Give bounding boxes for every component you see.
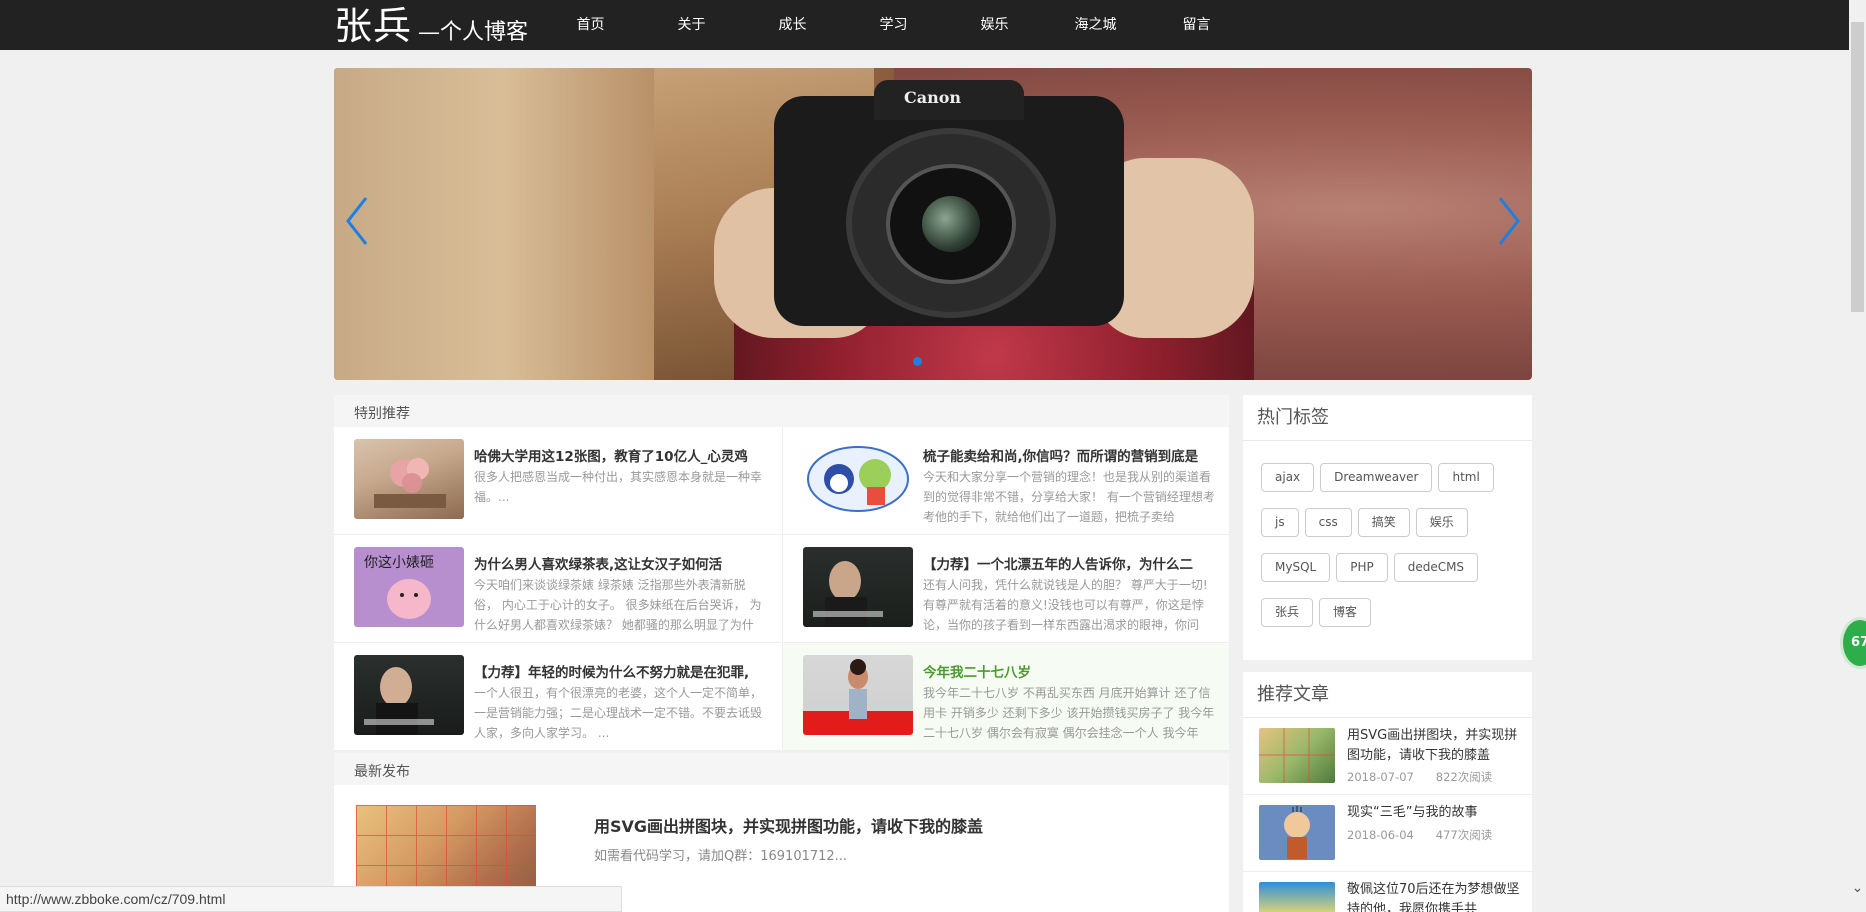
tag-php[interactable]: PHP <box>1336 553 1388 582</box>
status-url: http://www.zbboke.com/cz/709.html <box>6 891 226 907</box>
tag-zhangbing[interactable]: 张兵 <box>1261 598 1314 627</box>
site-logo[interactable]: 张兵 —个人博客 <box>334 4 534 48</box>
featured-item-title[interactable]: 【力荐】年轻的时候为什么不努力就是在犯罪, <box>474 661 774 681</box>
featured-item-desc: 一个人很丑，有个很漂亮的老婆，这个人一定不简单，一是营销能力强；二是心理战术一定… <box>474 686 763 740</box>
nav-entertainment[interactable]: 娱乐 <box>944 0 1045 50</box>
featured-item[interactable]: 今年我二十七八岁 我今年二十七八岁 不再乱买东西 月底开始算计 还了信用卡 开销… <box>782 643 1229 751</box>
featured-item-title[interactable]: 【力荐】一个北漂五年的人告诉你，为什么二 <box>923 553 1223 573</box>
hot-tags-title: 热门标签 <box>1257 407 1329 428</box>
recommended-item-meta: 2018-06-04 477次阅读 <box>1347 827 1492 843</box>
featured-item-desc: 我今年二十七八岁 不再乱买东西 月底开始算计 还了信用卡 开销多少 还剩下多少 … <box>923 686 1215 740</box>
nav-about[interactable]: 关于 <box>641 0 742 50</box>
tag-mysql[interactable]: MySQL <box>1261 553 1331 582</box>
tag-funny[interactable]: 搞笑 <box>1357 508 1410 537</box>
banner-image-lens-glass <box>922 196 980 252</box>
recommended-item[interactable]: 现实“三毛”与我的故事 2018-06-04 477次阅读 <box>1243 795 1532 872</box>
featured-thumbnail[interactable] <box>803 547 913 627</box>
featured-item-desc: 很多人把感恩当成一种付出，其实感恩本身就是一种幸福。... <box>474 470 763 504</box>
carousel-indicator-dot[interactable] <box>913 357 922 366</box>
logo-sub-text: —个人博客 <box>418 20 529 45</box>
recommended-item[interactable]: 敬佩这位70后还在为梦想做坚持的他，我愿你携手共 <box>1243 872 1532 912</box>
recommended-panel: 推荐文章 用SVG画出拼图块，并实现拼图功能，请收下我的膝盖 2018-07-0… <box>1243 672 1532 912</box>
featured-item[interactable]: 哈佛大学用这12张图，教育了10亿人_心灵鸡 很多人把感恩当成一种付出，其实感恩… <box>334 427 781 535</box>
featured-item[interactable]: 你这小婊砸 为什么男人喜欢绿茶表,这让女汉子如何活 今天咱们来谈谈绿茶婊 绿茶婊… <box>334 535 781 643</box>
recommended-thumbnail[interactable] <box>1259 805 1335 860</box>
carousel-next-arrow-icon[interactable] <box>1488 176 1528 266</box>
recommended-item-date: 2018-06-04 <box>1347 828 1414 842</box>
featured-thumbnail[interactable] <box>803 439 913 519</box>
featured-item[interactable]: 【力荐】年轻的时候为什么不努力就是在犯罪, 一个人很丑，有个很漂亮的老婆，这个人… <box>334 643 781 751</box>
latest-item-title[interactable]: 用SVG画出拼图块，并实现拼图功能，请收下我的膝盖 <box>594 813 983 837</box>
featured-header: 特别推荐 <box>334 395 1229 427</box>
logo-main-text: 张兵 <box>334 4 413 48</box>
nav-sea-city[interactable]: 海之城 <box>1045 0 1146 50</box>
carousel-prev-arrow-icon[interactable] <box>338 176 378 266</box>
recommended-title: 推荐文章 <box>1257 684 1329 705</box>
hot-tags-panel: 热门标签 ajax Dreamweaver html js css 搞笑 娱乐 MySQL… <box>1243 395 1532 660</box>
tag-dreamweaver[interactable]: Dreamweaver <box>1320 463 1433 492</box>
nav-home[interactable]: 首页 <box>540 0 641 50</box>
top-navbar: 张兵 —个人博客 首页 关于 成长 学习 娱乐 海之城 留言 <box>0 0 1866 50</box>
browser-status-bar: http://www.zbboke.com/cz/709.html <box>0 886 622 912</box>
tag-html[interactable]: html <box>1438 463 1494 492</box>
featured-item[interactable]: 梳子能卖给和尚,你信吗？而所谓的营销到底是 今天和大家分享一个营销的理念！也是我… <box>782 427 1229 535</box>
divider <box>1243 440 1532 441</box>
featured-item-title[interactable]: 今年我二十七八岁 <box>923 661 1223 681</box>
recommended-item-reads: 822次阅读 <box>1435 770 1493 784</box>
featured-title: 特别推荐 <box>354 406 410 422</box>
featured-thumbnail[interactable] <box>803 655 913 735</box>
tag-blog[interactable]: 博客 <box>1319 598 1372 627</box>
recommended-thumbnail[interactable] <box>1259 728 1335 783</box>
featured-item-desc: 今天和大家分享一个营销的理念！也是我从别的渠道看到的觉得非常不错，分享给大家！ … <box>923 470 1215 524</box>
nav-growth[interactable]: 成长 <box>742 0 843 50</box>
featured-item-title[interactable]: 哈佛大学用这12张图，教育了10亿人_心灵鸡 <box>474 445 774 465</box>
recommended-item-title[interactable]: 现实“三毛”与我的故事 <box>1347 803 1527 823</box>
banner-carousel: Canon <box>334 68 1532 380</box>
featured-grid: 哈佛大学用这12张图，教育了10亿人_心灵鸡 很多人把感恩当成一种付出，其实感恩… <box>334 427 1229 751</box>
latest-title: 最新发布 <box>354 764 410 780</box>
featured-item-desc: 今天咱们来谈谈绿茶婊 绿茶婊 泛指那些外表清新脱俗， 内心工于心计的女子。 很多… <box>474 578 762 632</box>
nav-message[interactable]: 留言 <box>1146 0 1247 50</box>
tag-list: ajax Dreamweaver html js css 搞笑 娱乐 MySQL PHP de… <box>1261 463 1521 643</box>
tag-css[interactable]: css <box>1304 508 1352 537</box>
scroll-down-arrow-icon[interactable]: ⌄ <box>1849 880 1866 900</box>
nav-study[interactable]: 学习 <box>843 0 944 50</box>
main-nav: 首页 关于 成长 学习 娱乐 海之城 留言 <box>540 0 1247 50</box>
recommended-item-reads: 477次阅读 <box>1435 828 1493 842</box>
recommended-item-title[interactable]: 用SVG画出拼图块，并实现拼图功能，请收下我的膝盖 <box>1347 726 1527 766</box>
featured-thumbnail[interactable] <box>354 655 464 735</box>
recommended-item-meta: 2018-07-07 822次阅读 <box>1347 769 1492 785</box>
featured-item-desc: 还有人问我，凭什么就说钱是人的胆？ 尊严大于一切! 有尊严就有活着的意义!没钱也… <box>923 578 1208 632</box>
recommended-thumbnail[interactable] <box>1259 882 1335 912</box>
tag-entertainment[interactable]: 娱乐 <box>1415 508 1468 537</box>
featured-section: 特别推荐 哈佛大学用这12张图，教育了10亿人_心灵鸡 很多人把感恩当成一种付出… <box>334 395 1229 751</box>
tag-ajax[interactable]: ajax <box>1261 463 1315 492</box>
recommended-item-title[interactable]: 敬佩这位70后还在为梦想做坚持的他，我愿你携手共 <box>1347 880 1527 912</box>
featured-item-title[interactable]: 为什么男人喜欢绿茶表,这让女汉子如何活 <box>474 553 774 573</box>
svg-text:你这小婊砸: 你这小婊砸 <box>364 554 434 571</box>
floating-counter-badge[interactable]: 67 <box>1840 617 1866 669</box>
recommended-item[interactable]: 用SVG画出拼图块，并实现拼图功能，请收下我的膝盖 2018-07-07 822… <box>1243 718 1532 795</box>
featured-item-title[interactable]: 梳子能卖给和尚,你信吗？而所谓的营销到底是 <box>923 445 1223 465</box>
scrollbar-thumb[interactable] <box>1851 22 1864 312</box>
tag-dedecms[interactable]: dedeCMS <box>1393 553 1479 582</box>
featured-thumbnail[interactable]: 你这小婊砸 <box>354 547 464 627</box>
tag-js[interactable]: js <box>1261 508 1299 537</box>
featured-item[interactable]: 【力荐】一个北漂五年的人告诉你，为什么二 还有人问我，凭什么就说钱是人的胆？ 尊… <box>782 535 1229 643</box>
recommended-item-date: 2018-07-07 <box>1347 770 1414 784</box>
latest-item-desc: 如需看代码学习，请加Q群：169101712... <box>594 849 848 864</box>
featured-thumbnail[interactable] <box>354 439 464 519</box>
camera-brand-text: Canon <box>904 88 962 107</box>
latest-header: 最新发布 <box>334 753 1229 785</box>
